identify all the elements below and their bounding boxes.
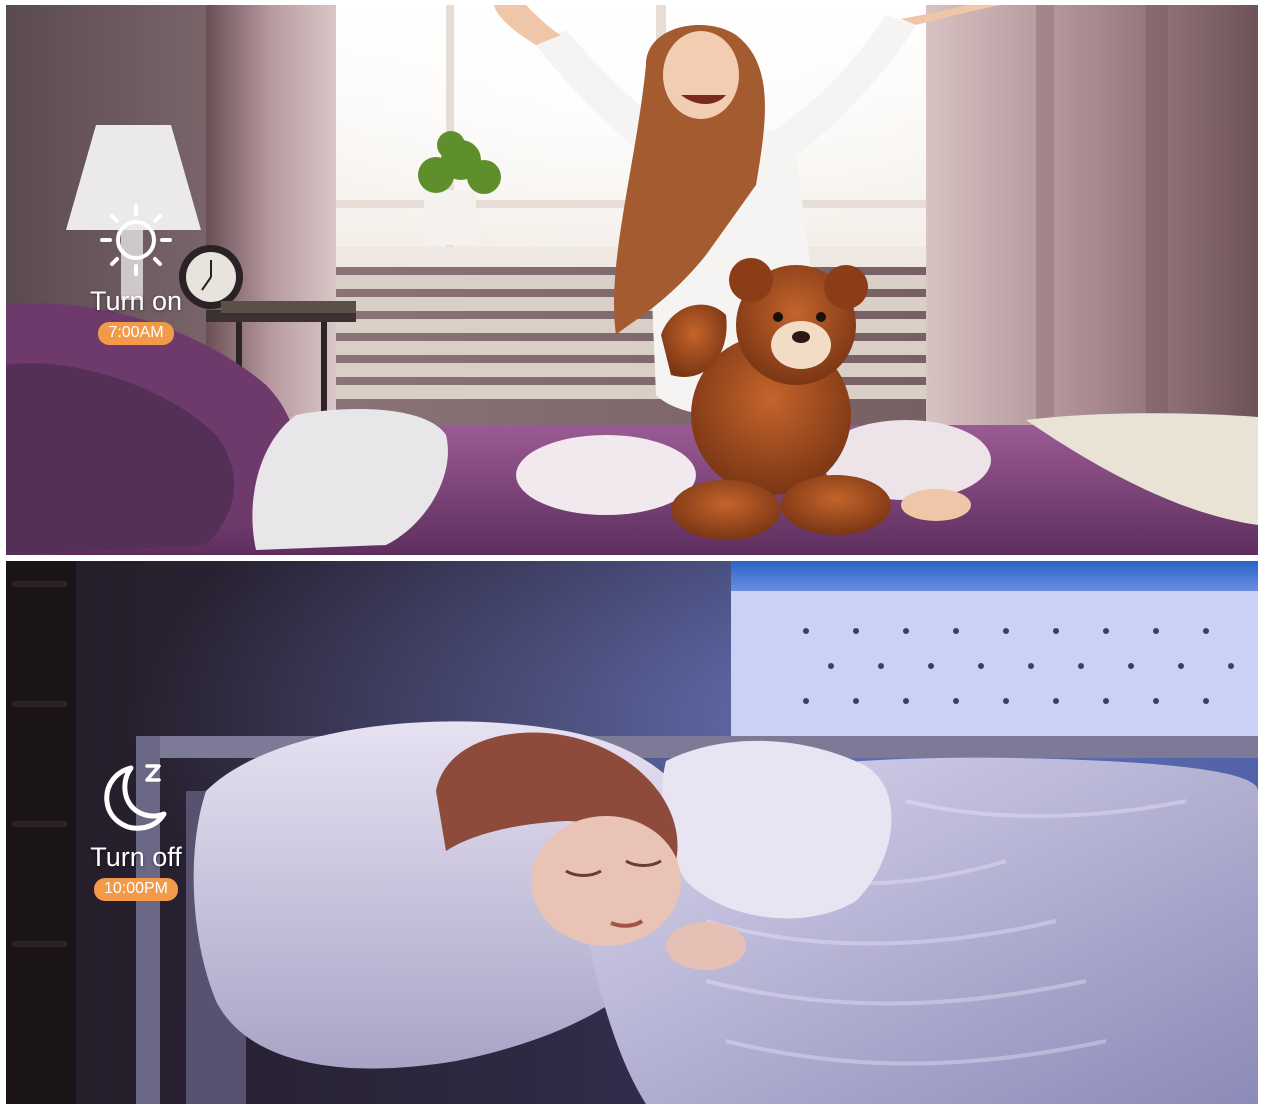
morning-panel: Turn on 7:00AM [6, 5, 1258, 555]
turn-on-label: Turn on [89, 286, 183, 316]
moon-sleep-icon [104, 764, 167, 831]
turn-off-label: Turn off [90, 842, 182, 872]
turn-off-overlay: Turn off 10:00PM [81, 756, 191, 901]
timer-illustration: Turn on 7:00AM Turn off 10:00PM [0, 0, 1263, 1108]
turn-on-overlay: Turn on 7:00AM [81, 200, 191, 345]
morning-scene [6, 5, 1258, 555]
sun-icon [100, 204, 172, 276]
night-scene [6, 561, 1258, 1104]
turn-on-time-badge: 7:00AM [98, 322, 174, 345]
night-panel: Turn off 10:00PM [6, 561, 1258, 1104]
turn-off-time-badge: 10:00PM [93, 878, 179, 901]
